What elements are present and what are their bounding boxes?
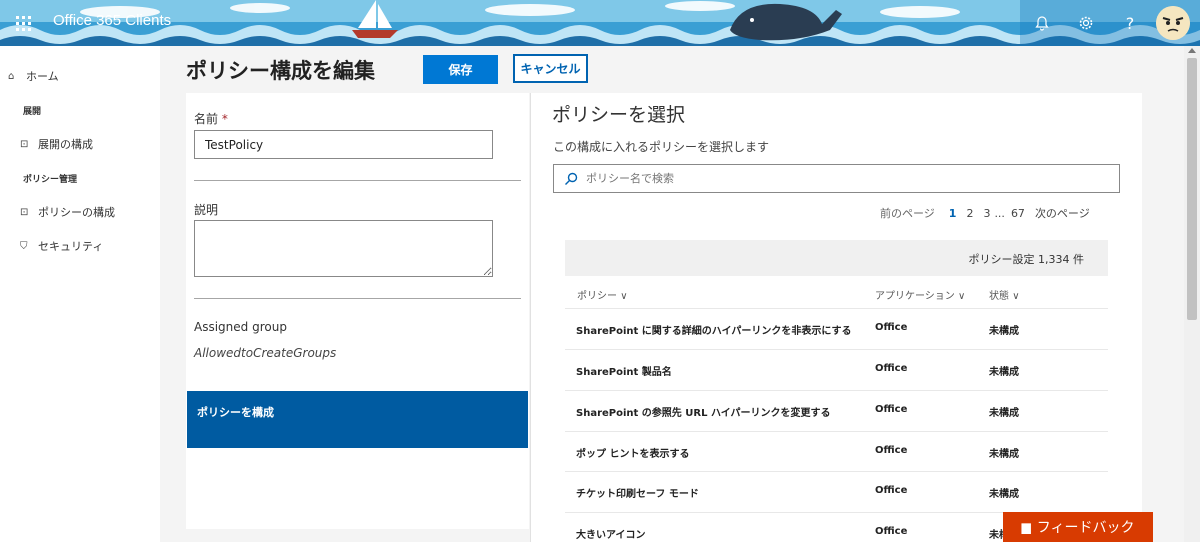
- name-label: 名前 *: [194, 112, 228, 126]
- policy-status: 未構成: [989, 367, 1019, 378]
- policy-app: Office: [875, 445, 908, 456]
- sidebar-item-home[interactable]: ⌂ ホーム: [0, 59, 160, 93]
- column-header-policy[interactable]: ポリシー ∨: [577, 287, 628, 302]
- sidebar-section-deploy: 展開: [23, 106, 42, 117]
- policy-name: ポップ ヒントを表示する: [576, 449, 690, 460]
- sidebar-item-security[interactable]: ⛉ セキュリティ: [0, 229, 160, 263]
- sidebar-section-policy: ポリシー管理: [23, 174, 78, 185]
- policy-name: SharePoint に関する詳細のハイパーリンクを非表示にする: [576, 326, 852, 337]
- sidebar-item-deploy-config[interactable]: ⊡ 展開の構成: [0, 127, 160, 161]
- policy-app: Office: [875, 526, 908, 537]
- policy-count: ポリシー設定 1,334 件: [565, 240, 1108, 276]
- search-input[interactable]: [586, 172, 1086, 185]
- policy-app: Office: [875, 322, 908, 333]
- app-launcher-button[interactable]: [0, 0, 46, 46]
- top-bar: Office 365 Clients ?: [0, 0, 1200, 46]
- sidebar-item-label: 展開の構成: [38, 138, 93, 151]
- policy-name: SharePoint 製品名: [576, 367, 672, 378]
- table-row[interactable]: SharePoint の参照先 URL ハイパーリンクを変更する Office …: [565, 390, 1108, 431]
- sidebar-item-policy-config[interactable]: ⊡ ポリシーの構成: [0, 195, 160, 229]
- prev-page-button[interactable]: 前のページ: [880, 205, 935, 221]
- description-label: 説明: [194, 203, 219, 217]
- save-button[interactable]: 保存: [423, 55, 498, 84]
- app-title: Office 365 Clients: [53, 12, 172, 29]
- configure-policy-tab[interactable]: ポリシーを構成: [187, 391, 528, 448]
- divider: [194, 298, 521, 299]
- policy-app: Office: [875, 404, 908, 415]
- page-button-1[interactable]: 1: [949, 207, 957, 220]
- page-button-3[interactable]: 3: [983, 207, 990, 220]
- waffle-icon: [15, 15, 31, 31]
- page-button-2[interactable]: 2: [966, 207, 973, 220]
- policy-search-box[interactable]: [553, 164, 1120, 193]
- sidebar-item-label: セキュリティ: [38, 240, 104, 253]
- cancel-button[interactable]: キャンセル: [513, 54, 588, 83]
- settings-button[interactable]: [1064, 0, 1108, 46]
- table-row[interactable]: チケット印刷セーフ モード Office 未構成: [565, 471, 1108, 512]
- policy-select-subtitle: この構成に入れるポリシーを選択します: [553, 140, 770, 154]
- chevron-down-icon: ∨: [1012, 291, 1020, 302]
- policy-name: SharePoint の参照先 URL ハイパーリンクを変更する: [576, 408, 831, 419]
- scrollbar-thumb[interactable]: [1187, 58, 1197, 320]
- policy-app: Office: [875, 363, 908, 374]
- page-button-last[interactable]: 67: [1011, 207, 1025, 220]
- notifications-button[interactable]: [1020, 0, 1064, 46]
- bell-icon: [1035, 16, 1049, 31]
- gear-icon: [1079, 16, 1093, 30]
- avatar-face-icon: [1156, 6, 1190, 40]
- config-icon: ⊡: [20, 206, 29, 218]
- policy-app: Office: [875, 485, 908, 496]
- sidebar: ⌂ ホーム 展開 ⊡ 展開の構成 ポリシー管理 ⊡ ポリシーの構成 ⛉ セキュリ…: [0, 46, 160, 542]
- chevron-down-icon: ∨: [958, 291, 966, 302]
- required-mark: *: [221, 112, 228, 126]
- policy-status: 未構成: [989, 449, 1019, 460]
- header-tools: ?: [1020, 0, 1200, 46]
- chevron-down-icon: ∨: [620, 291, 628, 302]
- name-input[interactable]: [194, 130, 493, 159]
- avatar[interactable]: [1156, 6, 1190, 40]
- policy-status: 未構成: [989, 326, 1019, 337]
- feedback-button[interactable]: ▆ フィードバック: [1003, 512, 1153, 542]
- table-row[interactable]: SharePoint に関する詳細のハイパーリンクを非表示にする Office …: [565, 308, 1108, 349]
- pager-ellipsis: ...: [994, 206, 1005, 220]
- table-row[interactable]: ポップ ヒントを表示する Office 未構成: [565, 431, 1108, 472]
- config-icon: ⊡: [20, 138, 29, 150]
- sidebar-item-label: ポリシーの構成: [38, 206, 115, 219]
- policy-name: 大きいアイコン: [576, 530, 646, 541]
- policy-select-title: ポリシーを選択: [552, 104, 686, 126]
- scroll-up-icon[interactable]: [1188, 48, 1196, 53]
- pagination: 前のページ 1 2 3 ... 67 次のページ: [880, 205, 1100, 221]
- policy-status: 未構成: [989, 489, 1019, 500]
- table-row[interactable]: SharePoint 製品名 Office 未構成: [565, 349, 1108, 390]
- policy-name: チケット印刷セーフ モード: [576, 489, 699, 500]
- divider: [194, 180, 521, 181]
- assigned-group-value: AllowedtoCreateGroups: [194, 346, 337, 360]
- sidebar-item-label: ホーム: [26, 70, 59, 83]
- page-scrollbar[interactable]: [1184, 46, 1200, 542]
- assigned-group-label: Assigned group: [194, 320, 287, 334]
- help-button[interactable]: ?: [1108, 0, 1152, 46]
- search-icon: [565, 172, 578, 185]
- column-header-application[interactable]: アプリケーション ∨: [875, 287, 965, 302]
- policy-status: 未構成: [989, 408, 1019, 419]
- page-title: ポリシー構成を編集: [186, 59, 375, 83]
- security-icon: ⛉: [20, 240, 28, 252]
- description-input[interactable]: [194, 220, 493, 277]
- column-header-status[interactable]: 状態 ∨: [989, 287, 1020, 302]
- home-icon: ⌂: [8, 70, 15, 82]
- next-page-button[interactable]: 次のページ: [1035, 205, 1090, 221]
- help-icon: ?: [1125, 13, 1135, 33]
- comment-icon: ▆: [1021, 520, 1031, 534]
